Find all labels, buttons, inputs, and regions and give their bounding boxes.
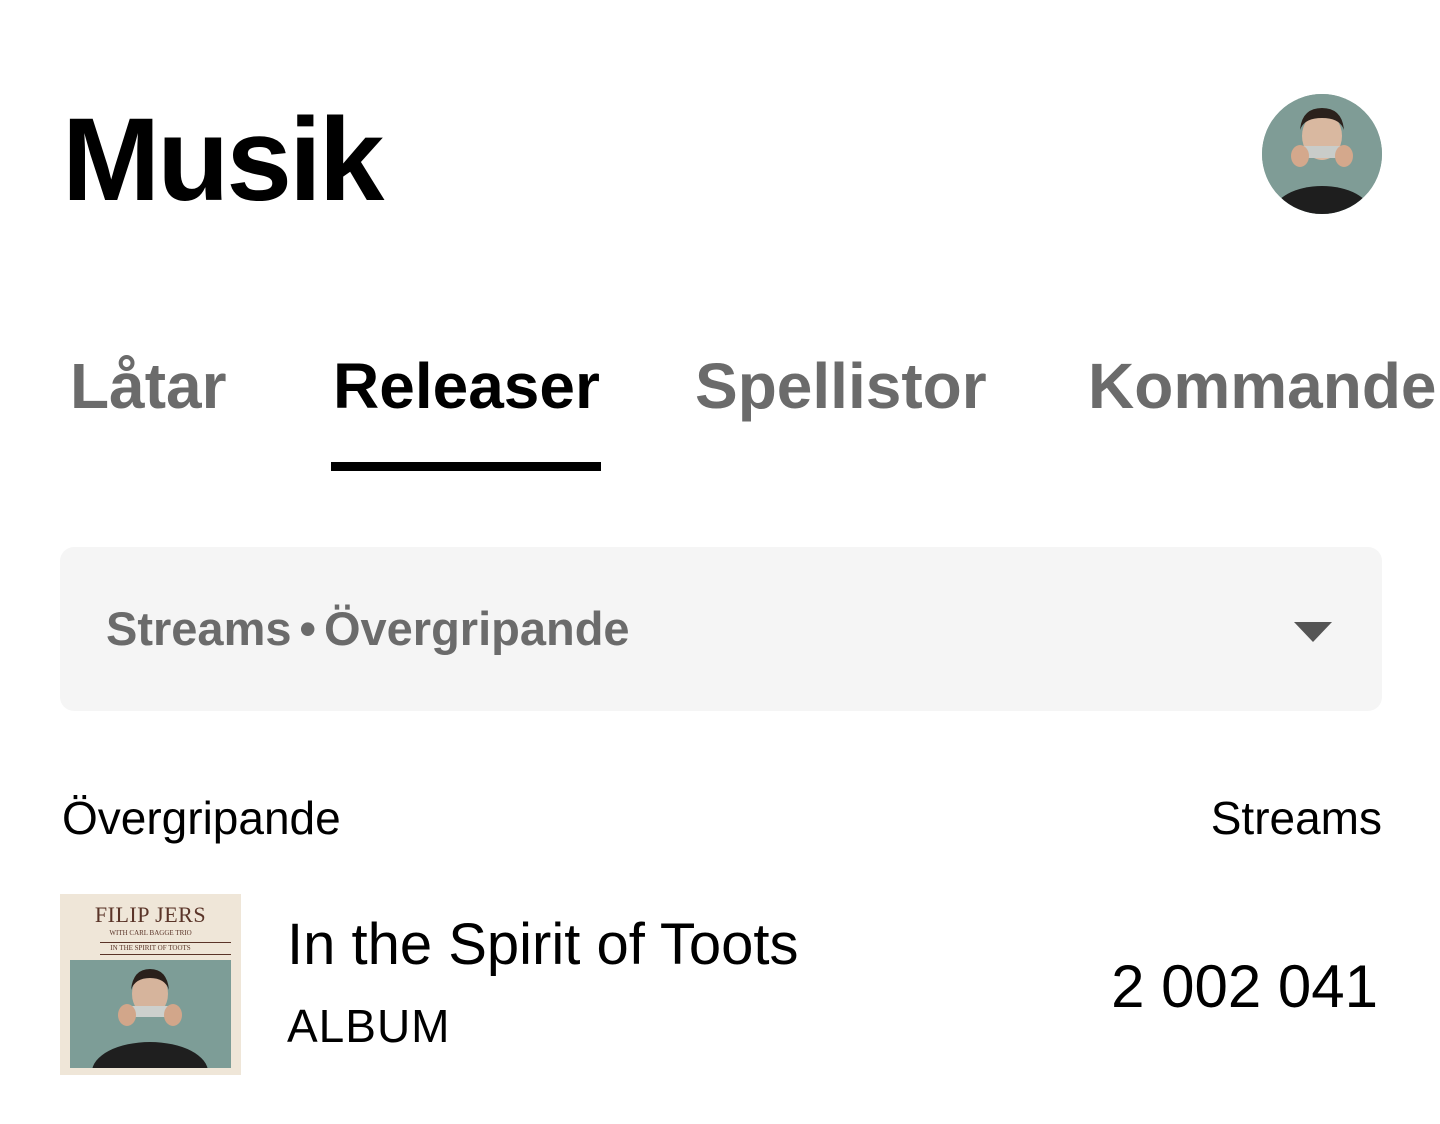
cover-portrait-icon (70, 960, 231, 1068)
tab-spellistor[interactable]: Spellistor (695, 340, 987, 432)
profile-avatar[interactable] (1262, 94, 1382, 214)
filter-label: Streams • Övergripande (106, 597, 630, 661)
tab-latar[interactable]: Låtar (70, 340, 227, 432)
cover-subtitle: WITH CARL BAGGE TRIO (109, 929, 192, 937)
tab-kommande[interactable]: Kommande (1088, 340, 1437, 432)
release-row[interactable]: FILIP JERS WITH CARL BAGGE TRIO IN THE S… (0, 890, 1440, 1080)
filter-metric: Streams (106, 602, 292, 655)
page-title: Musik (62, 94, 384, 226)
list-header-streams: Streams (1210, 792, 1382, 844)
cover-album-title: IN THE SPIRIT OF TOOTS (110, 944, 191, 952)
filter-separator: • (299, 602, 316, 655)
list-header-scope: Övergripande (62, 792, 341, 844)
cover-artist: FILIP JERS (94, 902, 207, 927)
avatar-image-icon (1262, 94, 1382, 214)
music-page: Musik Låtar Releaser Spellistor Kommande… (0, 0, 1440, 1124)
release-type: ALBUM (287, 1000, 451, 1052)
metric-filter-dropdown[interactable]: Streams • Övergripande (60, 547, 1382, 711)
active-tab-indicator (331, 462, 601, 471)
cover-photo (70, 960, 231, 1068)
album-cover: FILIP JERS WITH CARL BAGGE TRIO IN THE S… (60, 894, 241, 1075)
chevron-down-icon (1294, 622, 1332, 642)
cover-divider (100, 954, 231, 955)
filter-scope: Övergripande (323, 602, 630, 655)
cover-divider (100, 942, 231, 943)
tab-releaser[interactable]: Releaser (333, 340, 600, 432)
tab-bar: Låtar Releaser Spellistor Kommande (0, 340, 1440, 476)
release-streams: 2 002 041 (1111, 953, 1378, 1020)
release-title: In the Spirit of Toots (287, 912, 799, 977)
